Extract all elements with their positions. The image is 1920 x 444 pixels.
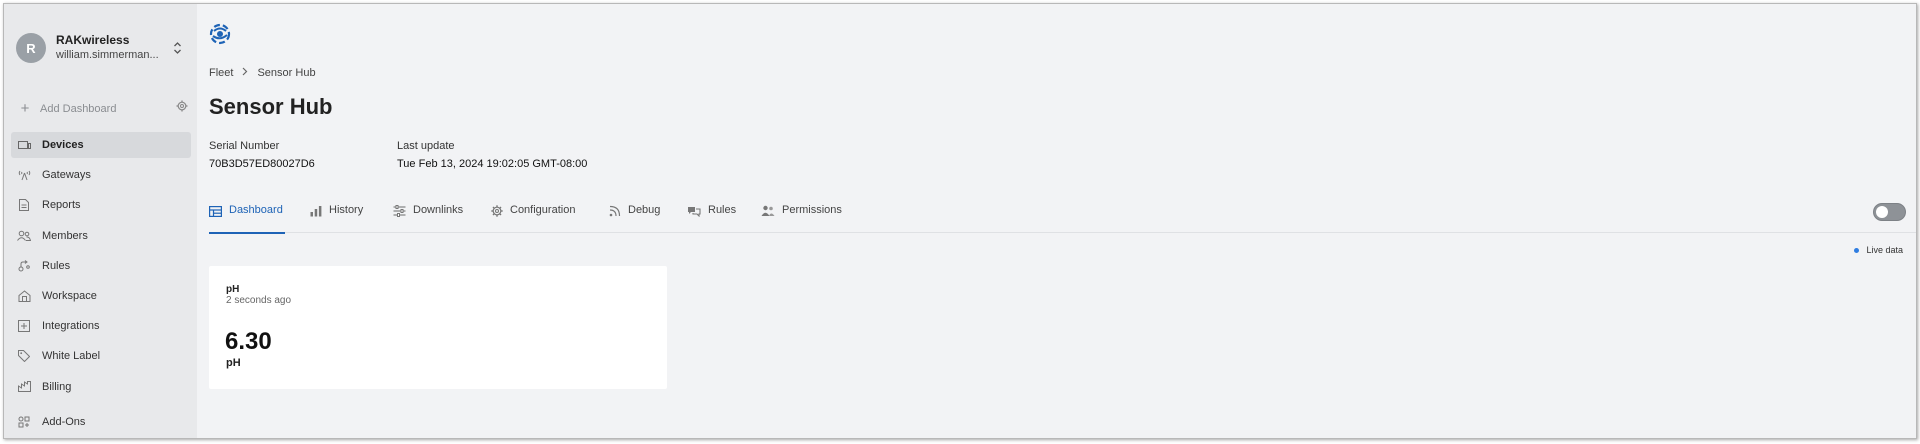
org-user: william.simmerman... <box>56 49 159 61</box>
tab-rules[interactable]: Rules <box>687 197 736 233</box>
org-name: RAKwireless <box>56 33 130 47</box>
addons-icon <box>17 415 31 429</box>
devices-icon <box>17 138 31 152</box>
tab-label: Downlinks <box>413 204 464 216</box>
sidebar-item-label: Add-Ons <box>42 415 86 428</box>
sidebar-item-workspace[interactable]: Workspace <box>11 283 191 309</box>
members-icon <box>17 229 31 243</box>
sidebar-item-billing[interactable]: Billing <box>11 374 191 400</box>
sidebar-nav: Devices Gateways Reports Members Rules W… <box>11 132 191 438</box>
sidebar-item-devices[interactable]: Devices <box>11 132 191 158</box>
last-update-value: Tue Feb 13, 2024 19:02:05 GMT-08:00 <box>397 158 588 170</box>
widget-unit: pH <box>226 357 241 369</box>
tab-debug[interactable]: Debug <box>609 197 660 233</box>
tab-configuration[interactable]: Configuration <box>491 197 575 233</box>
avatar: R <box>16 33 46 63</box>
sidebar-item-reports[interactable]: Reports <box>11 192 191 218</box>
widget-value: 6.30 <box>225 328 272 355</box>
tab-label: History <box>329 204 364 216</box>
sidebar-item-label: Integrations <box>42 320 100 333</box>
brand-logo[interactable] <box>209 23 231 50</box>
last-update-label: Last update <box>397 140 455 152</box>
page-title: Sensor Hub <box>209 94 333 119</box>
gateway-icon <box>17 168 31 182</box>
workspace-icon <box>17 289 31 303</box>
serial-number-label: Serial Number <box>209 140 280 152</box>
billing-icon <box>17 380 31 394</box>
tab-label: Rules <box>708 204 737 216</box>
sidebar-item-rules[interactable]: Rules <box>11 253 191 279</box>
sidebar-item-white-label[interactable]: White Label <box>11 343 191 369</box>
tag-icon <box>17 349 31 363</box>
tab-downlinks[interactable]: Downlinks <box>393 197 463 233</box>
plus-icon: + <box>20 100 30 117</box>
bar-chart-icon <box>310 204 322 218</box>
sidebar-item-label: Reports <box>42 199 81 212</box>
sidebar-item-label: Gateways <box>42 169 91 182</box>
live-data-toggle[interactable] <box>1873 203 1906 221</box>
org-text: RAKwireless william.simmerman... <box>56 33 168 63</box>
widget-title: pH <box>226 284 240 295</box>
tab-bar: Dashboard History Downlinks Configuratio… <box>209 197 1916 234</box>
sidebar-item-label: Devices <box>42 139 84 151</box>
sidebar: R RAKwireless william.simmerman... + Add… <box>4 4 197 438</box>
rules-icon <box>687 204 701 218</box>
report-icon <box>17 198 31 212</box>
serial-number-value: 70B3D57ED80027D6 <box>209 158 315 170</box>
live-data-indicator: Live data <box>1854 245 1903 255</box>
breadcrumb-current: Sensor Hub <box>257 67 316 79</box>
add-dashboard[interactable]: + Add Dashboard <box>16 100 188 117</box>
tab-label: Permissions <box>782 204 842 216</box>
chevron-right-icon <box>242 67 248 79</box>
sidebar-item-members[interactable]: Members <box>11 223 191 249</box>
app-window: R RAKwireless william.simmerman... + Add… <box>3 3 1917 439</box>
rules-icon <box>17 259 31 273</box>
sidebar-item-label: White Label <box>42 350 101 363</box>
dashboard-icon <box>209 204 222 218</box>
widget-timestamp: 2 seconds ago <box>226 295 292 306</box>
toggle-knob <box>1876 206 1888 218</box>
tab-label: Dashboard <box>229 204 283 216</box>
sidebar-item-gateways[interactable]: Gateways <box>11 162 191 188</box>
gear-icon <box>491 204 503 218</box>
chevron-updown-icon[interactable] <box>173 41 182 56</box>
people-icon <box>761 204 775 218</box>
sidebar-item-label: Workspace <box>42 289 97 302</box>
gear-icon[interactable] <box>176 100 188 115</box>
tab-dashboard[interactable]: Dashboard <box>209 197 285 234</box>
sidebar-item-label: Billing <box>42 380 72 393</box>
breadcrumb: Fleet Sensor Hub <box>209 67 316 79</box>
org-switcher[interactable]: R RAKwireless william.simmerman... <box>16 33 188 63</box>
tab-label: Debug <box>628 204 661 216</box>
tab-label: Configuration <box>510 204 576 216</box>
tab-permissions[interactable]: Permissions <box>761 197 842 233</box>
add-dashboard-label: Add Dashboard <box>40 102 117 115</box>
rss-icon <box>609 204 621 218</box>
live-data-label: Live data <box>1866 245 1903 255</box>
integrations-icon <box>17 319 31 333</box>
sliders-icon <box>393 204 406 218</box>
last-update-block: Last update Tue Feb 13, 2024 19:02:05 GM… <box>397 140 587 170</box>
main-content: Fleet Sensor Hub Sensor Hub Serial Numbe… <box>197 4 1916 438</box>
tab-history[interactable]: History <box>310 197 363 233</box>
status-dot <box>1854 247 1860 253</box>
sidebar-item-integrations[interactable]: Integrations <box>11 313 191 339</box>
sidebar-item-label: Rules <box>42 259 71 272</box>
breadcrumb-fleet[interactable]: Fleet <box>209 67 233 79</box>
serial-number-block: Serial Number 70B3D57ED80027D6 <box>209 140 315 170</box>
widget-card[interactable]: pH 2 seconds ago 6.30 pH <box>209 266 667 389</box>
sidebar-item-add-ons[interactable]: Add-Ons <box>11 409 191 435</box>
sidebar-item-label: Members <box>42 229 88 242</box>
